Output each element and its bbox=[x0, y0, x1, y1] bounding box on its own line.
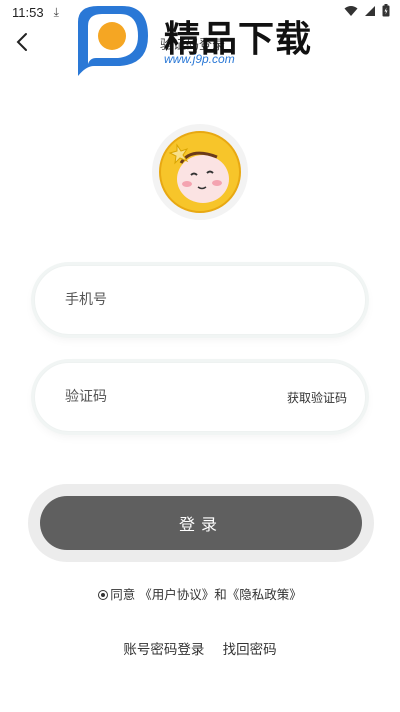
chevron-left-icon bbox=[16, 33, 27, 51]
password-login-link[interactable]: 账号密码登录 bbox=[123, 642, 204, 658]
wifi-icon bbox=[344, 5, 358, 16]
watermark-url: www.j9p.com bbox=[164, 52, 235, 66]
p-logo-icon bbox=[78, 6, 148, 76]
login-button[interactable]: 登录 bbox=[40, 496, 362, 550]
status-icons bbox=[344, 4, 390, 17]
agreement-and: 和 bbox=[214, 587, 227, 602]
bottom-links: 账号密码登录 找回密码 bbox=[0, 638, 400, 658]
battery-icon bbox=[382, 4, 390, 17]
back-button[interactable] bbox=[8, 28, 36, 56]
recover-password-link[interactable]: 找回密码 bbox=[223, 642, 277, 658]
login-button-wrapper: 登录 bbox=[28, 484, 374, 562]
status-time: 11:53 bbox=[12, 4, 44, 20]
code-field-container: 获取验证码 bbox=[34, 362, 366, 432]
user-agreement-link[interactable]: 《用户协议》 bbox=[139, 587, 214, 602]
cartoon-avatar-icon bbox=[159, 131, 241, 213]
agree-radio[interactable] bbox=[98, 590, 109, 600]
phone-field-container bbox=[34, 265, 366, 335]
privacy-policy-link[interactable]: 《隐私政策》 bbox=[227, 587, 302, 602]
signal-icon bbox=[365, 5, 375, 16]
avatar bbox=[152, 124, 248, 220]
code-input[interactable] bbox=[65, 363, 285, 431]
phone-input[interactable] bbox=[65, 266, 285, 334]
get-code-button[interactable]: 获取验证码 bbox=[287, 363, 347, 431]
agree-prefix: 同意 bbox=[110, 587, 136, 602]
download-icon: ⤓ bbox=[53, 4, 59, 19]
agreement-row: 同意 《用户协议》和《隐私政策》 bbox=[0, 584, 400, 603]
watermark-logo: 精品下载 www.j9p.com bbox=[72, 0, 342, 82]
